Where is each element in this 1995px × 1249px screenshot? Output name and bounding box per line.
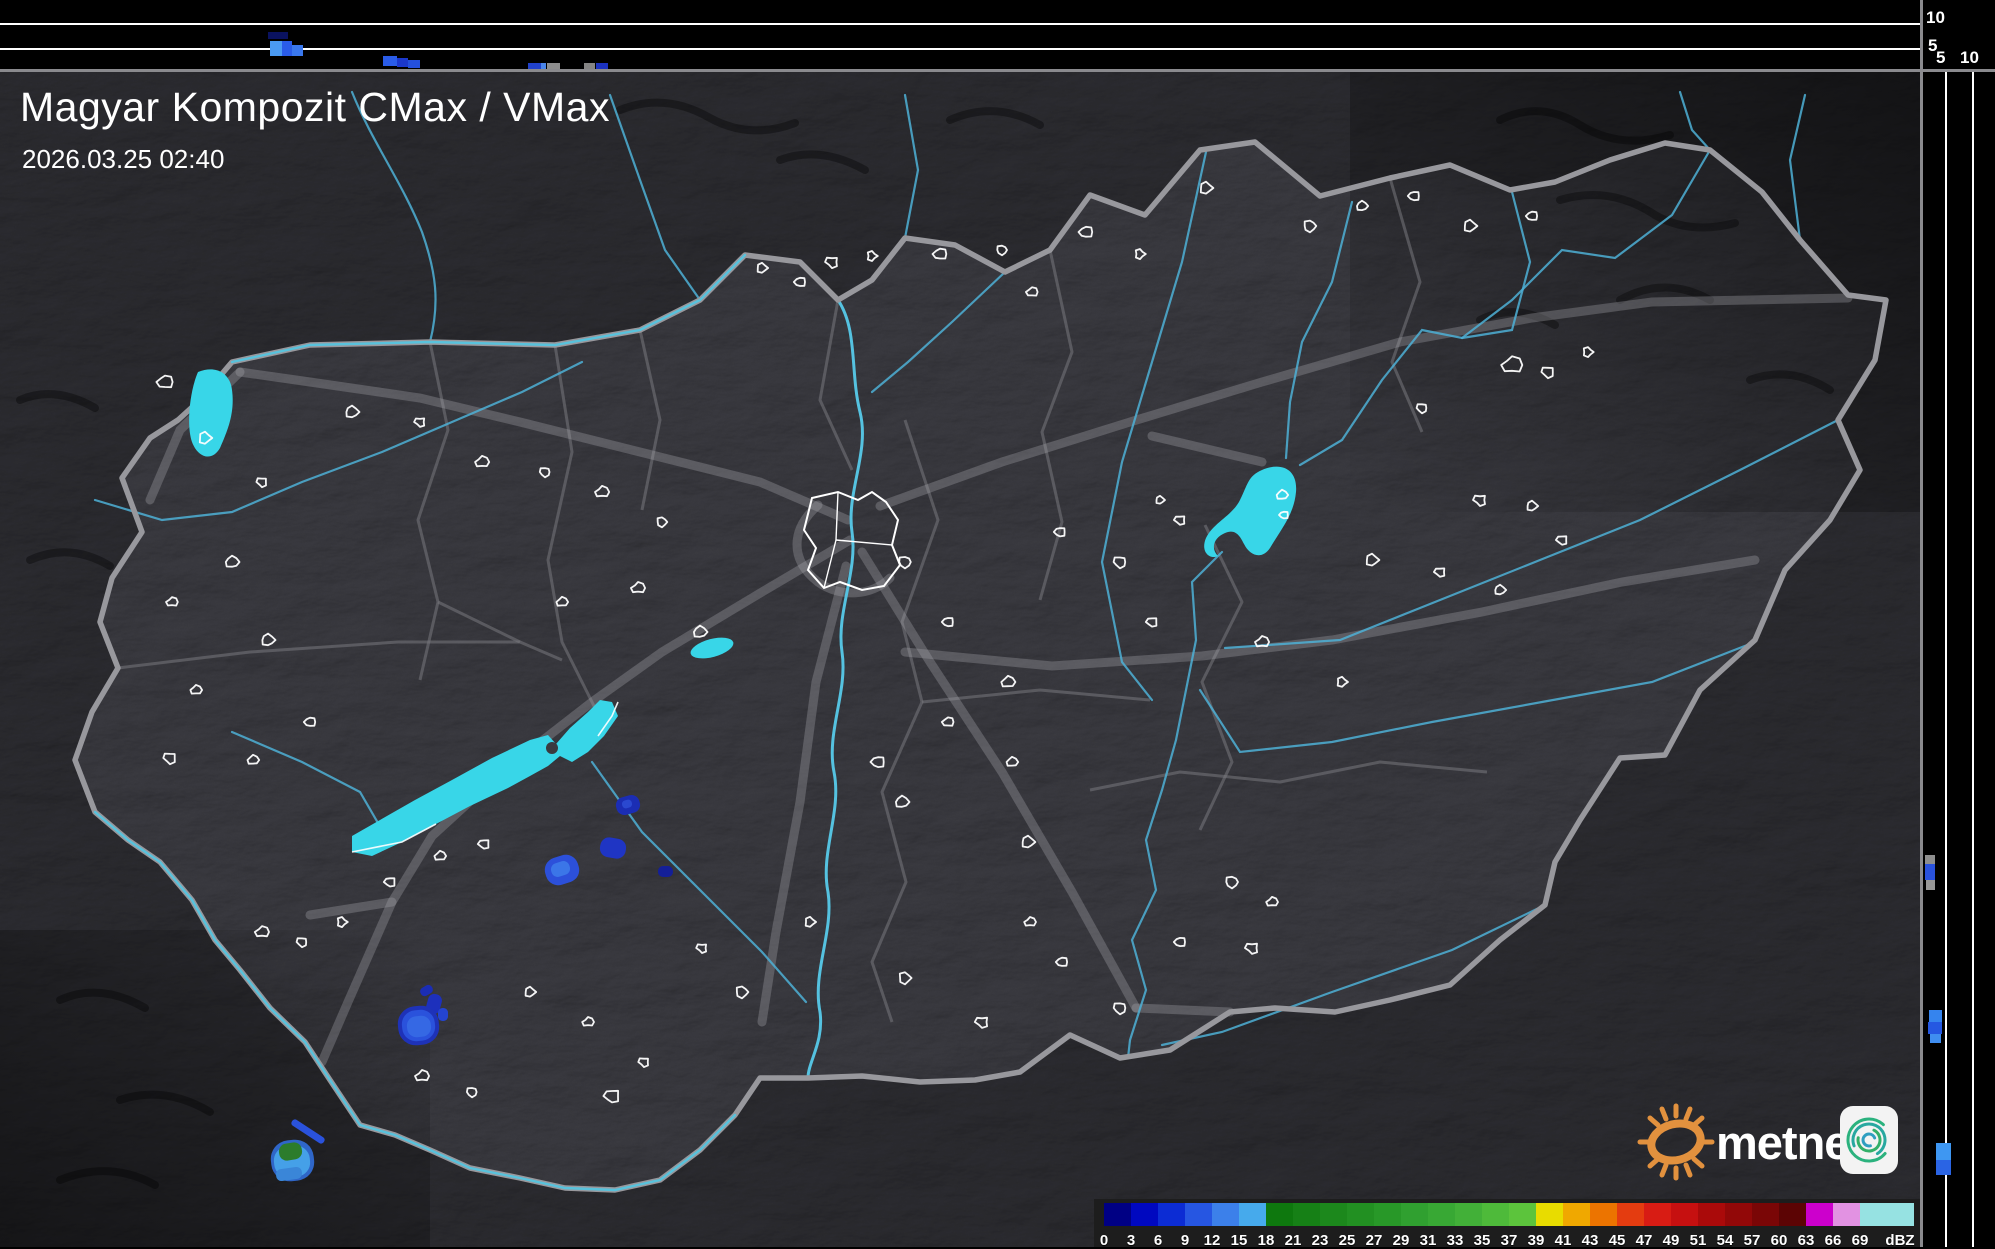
page-title: Magyar Kompozit CMax / VMax <box>20 84 610 131</box>
legend-segment <box>1320 1203 1347 1226</box>
legend-tick-label: 31 <box>1420 1232 1437 1249</box>
legend-segment <box>1401 1203 1428 1226</box>
legend-tick-label: 35 <box>1474 1232 1491 1249</box>
legend-segment <box>1158 1203 1185 1226</box>
legend-segment <box>1212 1203 1239 1226</box>
radar-page: { "header": { "title": "Magyar Kompozit … <box>0 0 1995 1247</box>
legend-segment <box>1806 1203 1833 1226</box>
metnet-logo[interactable]: metnet <box>1628 1092 1928 1192</box>
dbz-color-bar: 0369121518212325272931333537394143454749… <box>1104 1203 1914 1226</box>
legend-segment <box>1590 1203 1617 1226</box>
legend-tick-label: 3 <box>1127 1232 1135 1249</box>
legend-segment <box>1725 1203 1752 1226</box>
legend-segment <box>1752 1203 1779 1226</box>
legend-segment <box>1482 1203 1509 1226</box>
legend-segment <box>1617 1203 1644 1226</box>
legend-tick-label: 27 <box>1366 1232 1383 1249</box>
profile-gridline-5km <box>1945 72 1947 1247</box>
radar-echo <box>658 866 673 877</box>
legend-tick-label: 9 <box>1181 1232 1189 1249</box>
right-profile-panel <box>1923 0 1995 1247</box>
sun-icon <box>1640 1106 1712 1178</box>
radar-map-canvas <box>0 72 1920 1247</box>
legend-tick-label: 63 <box>1798 1232 1815 1249</box>
legend-tick-label: 23 <box>1312 1232 1329 1249</box>
tihany-peninsula <box>546 742 558 754</box>
dbz-legend-panel: 0369121518212325272931333537394143454749… <box>1094 1199 1920 1247</box>
legend-tick-label: 29 <box>1393 1232 1410 1249</box>
legend-segment <box>1104 1203 1131 1226</box>
legend-segment <box>1509 1203 1536 1226</box>
profile-gridline-5km <box>0 48 1920 50</box>
legend-segment <box>1266 1203 1293 1226</box>
legend-tick-label: 51 <box>1690 1232 1707 1249</box>
legend-tick-label: 66 <box>1825 1232 1842 1249</box>
legend-tick-label: 49 <box>1663 1232 1680 1249</box>
timestamp: 2026.03.25 02:40 <box>22 144 224 175</box>
legend-tick-label: 57 <box>1744 1232 1761 1249</box>
legend-segment <box>1671 1203 1698 1226</box>
spiral-app-icon <box>1839 1106 1898 1174</box>
legend-tick-label: 37 <box>1501 1232 1518 1249</box>
legend-segment <box>1374 1203 1401 1226</box>
radar-echo <box>438 1008 448 1021</box>
legend-tick-label: 43 <box>1582 1232 1599 1249</box>
legend-segment <box>1860 1203 1914 1226</box>
profile-gridline-10km <box>1972 72 1974 1247</box>
legend-segment <box>1293 1203 1320 1226</box>
axis-label-horizontal: 10 <box>1960 48 1979 68</box>
legend-segment <box>1644 1203 1671 1226</box>
legend-tick-label: 33 <box>1447 1232 1464 1249</box>
legend-segment <box>1185 1203 1212 1226</box>
legend-segment <box>1698 1203 1725 1226</box>
legend-segment <box>1833 1203 1860 1226</box>
legend-tick-label: 25 <box>1339 1232 1356 1249</box>
legend-segment <box>1563 1203 1590 1226</box>
top-profile-panel <box>0 0 1920 70</box>
legend-tick-label: 69 <box>1852 1232 1869 1249</box>
legend-tick-label: 18 <box>1258 1232 1275 1249</box>
legend-tick-label: 21 <box>1285 1232 1302 1249</box>
legend-tick-label: 45 <box>1609 1232 1626 1249</box>
legend-tick-label: 41 <box>1555 1232 1572 1249</box>
legend-tick-label: 54 <box>1717 1232 1734 1249</box>
legend-segment <box>1455 1203 1482 1226</box>
map-right-border <box>1920 0 1923 1247</box>
axis-label-vertical: 10 <box>1926 8 1945 28</box>
profile-gridline-10km <box>0 23 1920 25</box>
legend-segment <box>1428 1203 1455 1226</box>
legend-segment <box>1347 1203 1374 1226</box>
legend-segment <box>1239 1203 1266 1226</box>
legend-segment <box>1131 1203 1158 1226</box>
map-top-border <box>0 69 1995 72</box>
axis-label-horizontal: 5 <box>1936 48 1945 68</box>
legend-tick-label: 6 <box>1154 1232 1162 1249</box>
legend-tick-label: 15 <box>1231 1232 1248 1249</box>
legend-tick-label: 47 <box>1636 1232 1653 1249</box>
legend-tick-label: 0 <box>1100 1232 1108 1249</box>
legend-tick-label: 12 <box>1204 1232 1221 1249</box>
legend-unit-label: dBZ <box>1885 1232 1914 1249</box>
legend-tick-label: 60 <box>1771 1232 1788 1249</box>
legend-tick-label: 39 <box>1528 1232 1545 1249</box>
legend-segment <box>1536 1203 1563 1226</box>
legend-segment <box>1779 1203 1806 1226</box>
